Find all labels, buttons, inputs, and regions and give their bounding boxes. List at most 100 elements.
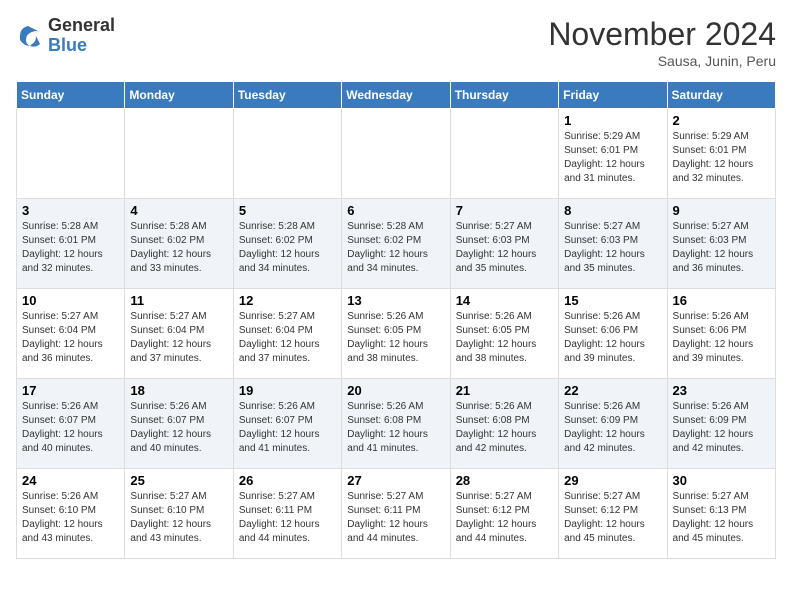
calendar-cell: 28 Sunrise: 5:27 AM Sunset: 6:12 PM Dayli… [450, 469, 558, 559]
calendar-cell: 19 Sunrise: 5:26 AM Sunset: 6:07 PM Dayli… [233, 379, 341, 469]
calendar-week-1: 1 Sunrise: 5:29 AM Sunset: 6:01 PM Daylig… [17, 109, 776, 199]
weekday-header-saturday: Saturday [667, 82, 775, 109]
calendar-cell [450, 109, 558, 199]
calendar-cell: 24 Sunrise: 5:26 AM Sunset: 6:10 PM Dayli… [17, 469, 125, 559]
calendar-cell: 22Sunrise: 5:26 AM Sunset: 6:09 PM Dayli… [559, 379, 667, 469]
day-number: 6 [347, 203, 444, 218]
calendar-cell: 8 Sunrise: 5:27 AM Sunset: 6:03 PM Daylig… [559, 199, 667, 289]
day-info: Sunrise: 5:26 AM Sunset: 6:09 PM Dayligh… [673, 400, 770, 456]
day-number: 24 [22, 473, 119, 488]
calendar-cell: 7Sunrise: 5:27 AM Sunset: 6:03 PM Daylig… [450, 199, 558, 289]
day-info: Sunrise: 5:28 AM Sunset: 6:02 PM Dayligh… [130, 220, 227, 276]
calendar-cell: 11 Sunrise: 5:27 AM Sunset: 6:04 PM Dayli… [125, 289, 233, 379]
day-info: Sunrise: 5:26 AM Sunset: 6:07 PM Dayligh… [130, 400, 227, 456]
calendar-cell: 4Sunrise: 5:28 AM Sunset: 6:02 PM Daylig… [125, 199, 233, 289]
calendar-cell: 14 Sunrise: 5:26 AM Sunset: 6:05 PM Dayli… [450, 289, 558, 379]
calendar-header: SundayMondayTuesdayWednesdayThursdayFrid… [17, 82, 776, 109]
day-number: 15 [564, 293, 661, 308]
weekday-header-friday: Friday [559, 82, 667, 109]
day-info: Sunrise: 5:27 AM Sunset: 6:04 PM Dayligh… [239, 310, 336, 366]
calendar-cell: 9 Sunrise: 5:27 AM Sunset: 6:03 PM Daylig… [667, 199, 775, 289]
month-title: November 2024 [548, 16, 776, 53]
logo-general-text: General [48, 16, 115, 36]
logo-icon [16, 22, 44, 50]
day-number: 28 [456, 473, 553, 488]
calendar-cell: 12 Sunrise: 5:27 AM Sunset: 6:04 PM Dayli… [233, 289, 341, 379]
day-number: 5 [239, 203, 336, 218]
calendar-week-3: 10Sunrise: 5:27 AM Sunset: 6:04 PM Dayli… [17, 289, 776, 379]
day-info: Sunrise: 5:27 AM Sunset: 6:03 PM Dayligh… [456, 220, 553, 276]
calendar-cell: 10Sunrise: 5:27 AM Sunset: 6:04 PM Dayli… [17, 289, 125, 379]
day-info: Sunrise: 5:28 AM Sunset: 6:02 PM Dayligh… [239, 220, 336, 276]
day-info: Sunrise: 5:28 AM Sunset: 6:02 PM Dayligh… [347, 220, 444, 276]
day-info: Sunrise: 5:26 AM Sunset: 6:08 PM Dayligh… [347, 400, 444, 456]
day-number: 14 [456, 293, 553, 308]
calendar-cell [17, 109, 125, 199]
day-info: Sunrise: 5:29 AM Sunset: 6:01 PM Dayligh… [673, 130, 770, 186]
day-info: Sunrise: 5:26 AM Sunset: 6:07 PM Dayligh… [22, 400, 119, 456]
day-info: Sunrise: 5:27 AM Sunset: 6:03 PM Dayligh… [673, 220, 770, 276]
calendar-cell: 18 Sunrise: 5:26 AM Sunset: 6:07 PM Dayli… [125, 379, 233, 469]
day-number: 29 [564, 473, 661, 488]
day-number: 19 [239, 383, 336, 398]
day-number: 3 [22, 203, 119, 218]
calendar-cell: 29 Sunrise: 5:27 AM Sunset: 6:12 PM Dayli… [559, 469, 667, 559]
day-info: Sunrise: 5:27 AM Sunset: 6:12 PM Dayligh… [456, 490, 553, 546]
weekday-header-monday: Monday [125, 82, 233, 109]
calendar-cell: 2 Sunrise: 5:29 AM Sunset: 6:01 PM Daylig… [667, 109, 775, 199]
calendar-cell: 17Sunrise: 5:26 AM Sunset: 6:07 PM Dayli… [17, 379, 125, 469]
calendar-cell: 3 Sunrise: 5:28 AM Sunset: 6:01 PM Daylig… [17, 199, 125, 289]
calendar-cell: 6 Sunrise: 5:28 AM Sunset: 6:02 PM Daylig… [342, 199, 450, 289]
calendar-cell: 27 Sunrise: 5:27 AM Sunset: 6:11 PM Dayli… [342, 469, 450, 559]
day-number: 27 [347, 473, 444, 488]
day-info: Sunrise: 5:28 AM Sunset: 6:01 PM Dayligh… [22, 220, 119, 276]
day-info: Sunrise: 5:26 AM Sunset: 6:07 PM Dayligh… [239, 400, 336, 456]
calendar-week-5: 24 Sunrise: 5:26 AM Sunset: 6:10 PM Dayli… [17, 469, 776, 559]
logo: General Blue [16, 16, 115, 56]
day-number: 21 [456, 383, 553, 398]
day-number: 1 [564, 113, 661, 128]
calendar-cell: 13 Sunrise: 5:26 AM Sunset: 6:05 PM Dayli… [342, 289, 450, 379]
day-info: Sunrise: 5:26 AM Sunset: 6:05 PM Dayligh… [456, 310, 553, 366]
calendar-cell: 5 Sunrise: 5:28 AM Sunset: 6:02 PM Daylig… [233, 199, 341, 289]
day-number: 2 [673, 113, 770, 128]
calendar-cell: 16Sunrise: 5:26 AM Sunset: 6:06 PM Dayli… [667, 289, 775, 379]
day-number: 9 [673, 203, 770, 218]
day-number: 22 [564, 383, 661, 398]
calendar-cell: 25Sunrise: 5:27 AM Sunset: 6:10 PM Dayli… [125, 469, 233, 559]
weekday-header-thursday: Thursday [450, 82, 558, 109]
calendar-week-4: 17Sunrise: 5:26 AM Sunset: 6:07 PM Dayli… [17, 379, 776, 469]
day-info: Sunrise: 5:26 AM Sunset: 6:05 PM Dayligh… [347, 310, 444, 366]
day-info: Sunrise: 5:26 AM Sunset: 6:08 PM Dayligh… [456, 400, 553, 456]
day-info: Sunrise: 5:29 AM Sunset: 6:01 PM Dayligh… [564, 130, 661, 186]
weekday-header-tuesday: Tuesday [233, 82, 341, 109]
day-number: 30 [673, 473, 770, 488]
calendar-cell: 21 Sunrise: 5:26 AM Sunset: 6:08 PM Dayli… [450, 379, 558, 469]
day-info: Sunrise: 5:27 AM Sunset: 6:04 PM Dayligh… [130, 310, 227, 366]
calendar-cell: 15Sunrise: 5:26 AM Sunset: 6:06 PM Dayli… [559, 289, 667, 379]
page-header: General Blue November 2024 Sausa, Junin,… [16, 16, 776, 69]
calendar-cell [233, 109, 341, 199]
day-number: 25 [130, 473, 227, 488]
calendar-table: SundayMondayTuesdayWednesdayThursdayFrid… [16, 81, 776, 559]
day-number: 8 [564, 203, 661, 218]
day-number: 12 [239, 293, 336, 308]
day-info: Sunrise: 5:26 AM Sunset: 6:06 PM Dayligh… [673, 310, 770, 366]
calendar-body: 1 Sunrise: 5:29 AM Sunset: 6:01 PM Daylig… [17, 109, 776, 559]
weekday-header-row: SundayMondayTuesdayWednesdayThursdayFrid… [17, 82, 776, 109]
day-info: Sunrise: 5:26 AM Sunset: 6:10 PM Dayligh… [22, 490, 119, 546]
weekday-header-wednesday: Wednesday [342, 82, 450, 109]
logo-blue-text: Blue [48, 36, 115, 56]
day-number: 18 [130, 383, 227, 398]
day-info: Sunrise: 5:27 AM Sunset: 6:11 PM Dayligh… [347, 490, 444, 546]
day-number: 11 [130, 293, 227, 308]
calendar-cell: 30Sunrise: 5:27 AM Sunset: 6:13 PM Dayli… [667, 469, 775, 559]
day-number: 13 [347, 293, 444, 308]
calendar-week-2: 3 Sunrise: 5:28 AM Sunset: 6:01 PM Daylig… [17, 199, 776, 289]
day-info: Sunrise: 5:27 AM Sunset: 6:03 PM Dayligh… [564, 220, 661, 276]
calendar-cell [342, 109, 450, 199]
calendar-cell: 26 Sunrise: 5:27 AM Sunset: 6:11 PM Dayli… [233, 469, 341, 559]
day-info: Sunrise: 5:27 AM Sunset: 6:11 PM Dayligh… [239, 490, 336, 546]
day-number: 26 [239, 473, 336, 488]
day-info: Sunrise: 5:27 AM Sunset: 6:12 PM Dayligh… [564, 490, 661, 546]
